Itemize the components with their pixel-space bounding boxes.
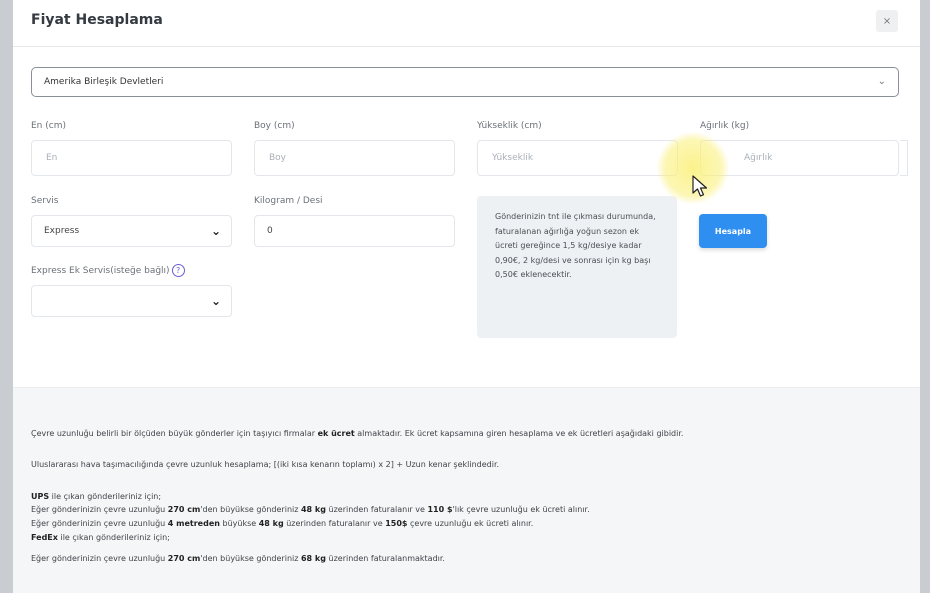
service-selected-value: Express [44, 226, 80, 236]
country-select[interactable]: Amerika Birleşik Devletleri ⌄ [31, 67, 899, 97]
extra-service-label-text: Express Ek Servis(isteğe bağlı) [31, 266, 170, 276]
service-select[interactable]: Express ⌄ [31, 215, 232, 247]
height-input[interactable]: Yükseklik [477, 140, 678, 176]
length-input[interactable]: Boy [254, 140, 455, 176]
width-input[interactable]: En [31, 140, 232, 176]
fedex-title: FedEx ile çıkan gönderileriniz için; [31, 533, 170, 542]
fedex-rule: Eğer gönderinizin çevre uzunluğu 270 cm'… [31, 554, 445, 563]
weight-input[interactable]: Ağırlık [700, 140, 899, 176]
desi-label: Kilogram / Desi [254, 196, 323, 206]
chevron-down-icon: ⌄ [210, 224, 221, 238]
service-label: Servis [31, 196, 59, 206]
weight-placeholder: Ağırlık [744, 153, 773, 163]
input-edge [900, 140, 908, 176]
ups-rule-2: Eğer gönderinizin çevre uzunluğu 4 metre… [31, 519, 534, 528]
length-label: Boy (cm) [254, 121, 295, 131]
width-placeholder: En [46, 153, 58, 163]
modal-title: Fiyat Hesaplama [31, 12, 163, 28]
ups-title: UPS ile çıkan gönderileriniz için; [31, 492, 162, 501]
footer-line-1: Çevre uzunluğu belirli bir ölçüden büyük… [31, 429, 684, 438]
weight-label: Ağırlık (kg) [700, 121, 750, 131]
height-label: Yükseklik (cm) [477, 121, 542, 131]
price-calculation-modal: Fiyat Hesaplama × Amerika Birleşik Devle… [13, 0, 920, 593]
help-icon[interactable]: ? [171, 264, 185, 277]
close-icon: × [882, 15, 892, 27]
chevron-down-icon: ⌄ [210, 294, 221, 308]
length-placeholder: Boy [269, 153, 287, 163]
tnt-surcharge-info: Gönderinizin tnt ile çıkması durumunda, … [477, 196, 677, 338]
extra-service-select[interactable]: ⌄ [31, 285, 232, 317]
modal-header: Fiyat Hesaplama × [13, 0, 920, 47]
country-selected-value: Amerika Birleşik Devletleri [44, 77, 164, 87]
extra-service-label: Express Ek Servis(isteğe bağlı)? [31, 264, 185, 277]
ups-rule-1: Eğer gönderinizin çevre uzunluğu 270 cm'… [31, 505, 590, 514]
mouse-cursor-icon [692, 175, 708, 197]
close-button[interactable]: × [876, 10, 898, 32]
footer-line-2: Uluslararası hava taşımacılığında çevre … [31, 460, 500, 469]
height-placeholder: Yükseklik [492, 153, 534, 163]
width-label: En (cm) [31, 121, 66, 131]
chevron-down-icon: ⌄ [877, 76, 886, 87]
calculate-button[interactable]: Hesapla [699, 214, 767, 248]
desi-value: 0 [267, 226, 273, 236]
info-footer: Çevre uzunluğu belirli bir ölçüden büyük… [13, 387, 920, 593]
desi-input[interactable]: 0 [254, 215, 455, 247]
